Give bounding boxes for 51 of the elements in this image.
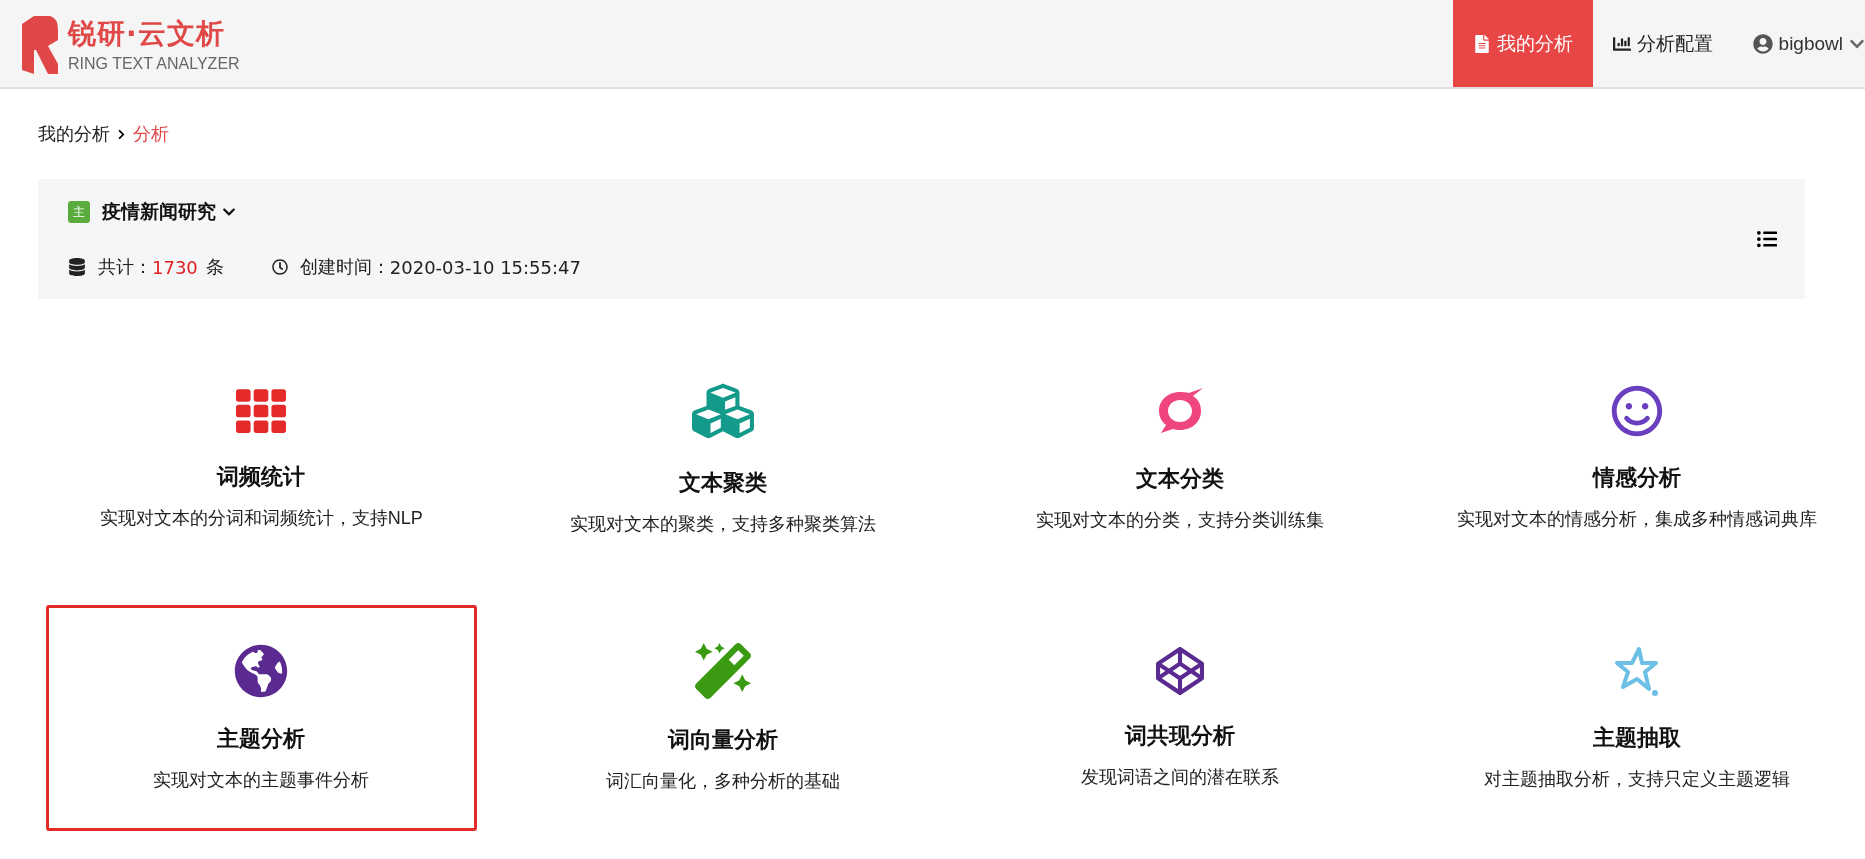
card-title: 情感分析 [1592,464,1681,492]
breadcrumb-link[interactable]: 分析 [133,122,169,146]
project-dropdown[interactable]: 疫情新闻研究 [102,199,236,225]
list-icon[interactable] [1757,229,1777,249]
count-value: 1730 [152,256,198,278]
analysis-card[interactable]: 词共现分析 发现词语之间的潜在联系 [969,605,1391,831]
document-icon [1472,34,1491,53]
analysis-card[interactable]: 词向量分析 词汇向量化，多种分析的基础 [512,605,934,831]
brand-title: 锐研·云文析 [68,15,226,52]
card-title: 主题抽取 [1592,724,1681,752]
magic-wand-icon [695,643,752,699]
card-description: 实现对文本的聚类，支持多种聚类算法 [570,513,877,536]
nav-tab[interactable]: 我的分析 [1452,0,1593,87]
count-label: 共计： [98,255,152,279]
chevron-right-icon [116,128,127,140]
grid-icon [236,386,287,436]
card-description: 实现对文本的情感分析，集成多种情感词典库 [1456,508,1817,531]
bar-chart-icon [1612,34,1631,53]
card-description: 实现对文本的主题事件分析 [153,769,370,792]
card-title: 文本分类 [1135,465,1224,493]
clock-icon [271,259,288,275]
logo-icon [20,13,60,74]
analysis-card[interactable]: 主题分析 实现对文本的主题事件分析 [46,605,477,831]
smile-icon [1610,385,1663,437]
card-title: 词向量分析 [668,726,779,754]
card-description: 实现对文本的分词和词频统计，支持NLP [99,507,423,530]
user-menu[interactable]: bigbowl [1732,0,1865,87]
created-label: 创建时间： [299,255,390,279]
card-description: 词汇向量化，多种分析的基础 [606,770,841,793]
analysis-card[interactable]: 词频统计 实现对文本的分词和词频统计，支持NLP [46,345,477,571]
card-description: 发现词语之间的潜在联系 [1080,766,1279,789]
count-unit: 条 [205,255,224,279]
globe-icon [234,644,289,698]
analysis-card[interactable]: 文本聚类 实现对文本的聚类，支持多种聚类算法 [512,345,934,571]
analysis-card[interactable]: 文本分类 实现对文本的分类，支持分类训练集 [969,345,1391,571]
card-description: 对主题抽取分析，支持只定义主题逻辑 [1483,768,1790,791]
database-icon [68,258,86,276]
card-title: 词频统计 [217,463,306,491]
created-time: 2020-03-10 15:55:47 [389,256,581,278]
analysis-card[interactable]: 主题抽取 对主题抽取分析，支持只定义主题逻辑 [1426,605,1847,831]
card-description: 实现对文本的分类，支持分类训练集 [1035,509,1324,532]
nav-tab[interactable]: 分析配置 [1592,0,1733,87]
user-avatar-icon [1752,33,1773,54]
analysis-card[interactable]: 情感分析 实现对文本的情感分析，集成多种情感词典库 [1426,345,1847,571]
breadcrumb-link[interactable]: 我的分析 [38,122,110,146]
cube-icon [1155,647,1204,695]
card-title: 词共现分析 [1124,722,1235,750]
card-title: 主题分析 [217,725,306,753]
card-title: 文本聚类 [679,469,768,497]
brand-subtitle: RING TEXT ANALYZER [68,54,240,73]
project-badge: 主 [68,201,90,223]
